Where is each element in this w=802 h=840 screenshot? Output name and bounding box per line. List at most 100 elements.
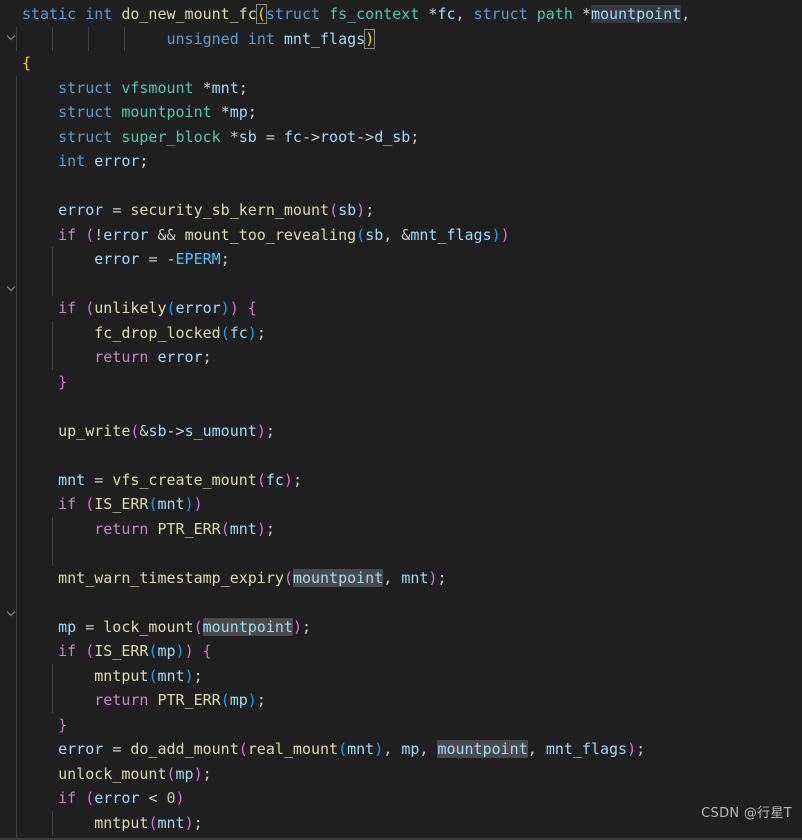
indent-guide (16, 614, 17, 639)
code-line[interactable]: struct mountpoint *mp; (0, 100, 802, 125)
token-bracket: ) (491, 225, 501, 244)
token-punct: -> (356, 127, 375, 146)
token-punct: ; (247, 103, 257, 121)
token-bracket: ) (500, 225, 510, 244)
code-line[interactable] (0, 541, 802, 566)
token-variable: mp (175, 764, 194, 783)
code-line[interactable]: return PTR_ERR(mnt); (0, 516, 802, 541)
token-punct: - (166, 250, 176, 268)
code-line[interactable]: mntput(mnt); (0, 810, 802, 835)
token-keyword: static (22, 5, 77, 23)
token-variable: error (175, 299, 221, 317)
code-line[interactable]: mnt_warn_timestamp_expiry(mountpoint, mn… (0, 565, 802, 590)
token-variable: sb (338, 201, 357, 219)
code-line[interactable]: unlock_mount(mp); (0, 761, 802, 786)
indent-guide (52, 541, 53, 566)
token-bracket: ( (220, 323, 230, 342)
token-function: mount_too_revealing (184, 225, 357, 244)
code-line[interactable]: static int do_new_mount_fc(struct fs_con… (0, 2, 802, 27)
indent-guide (16, 394, 17, 419)
token-punct: ; (265, 421, 275, 440)
code-line[interactable]: } (0, 712, 802, 737)
token-punct: = (85, 617, 95, 636)
code-line[interactable]: if (IS_ERR(mnt)) (0, 492, 802, 517)
code-content[interactable]: static int do_new_mount_fc(struct fs_con… (0, 0, 802, 838)
indent-guide (16, 516, 17, 541)
token-bracket: { (247, 299, 257, 317)
token-punct: ; (193, 666, 203, 685)
token-function: unlikely (94, 299, 167, 317)
token-punct: ; (256, 691, 266, 709)
token-bracket: ( (256, 470, 266, 489)
indent-guide (52, 663, 53, 688)
indent-guide (16, 173, 17, 198)
token-bracket: ) (229, 299, 239, 317)
token-punct: && (157, 225, 176, 244)
code-line[interactable]: error = security_sb_kern_mount(sb); (0, 198, 802, 223)
indent-guide (88, 26, 89, 51)
code-line[interactable] (0, 394, 802, 419)
code-line[interactable]: if (error < 0) (0, 786, 802, 811)
token-bracket: ( (85, 789, 95, 807)
indent-guide (16, 565, 17, 590)
code-line[interactable] (0, 271, 802, 296)
token-variable: mnt_flags (410, 225, 492, 244)
token-type: fs_context (329, 5, 420, 23)
indent-guide (52, 516, 53, 541)
token-bracket: } (58, 372, 68, 391)
code-line[interactable]: unsigned int mnt_flags) (0, 26, 802, 51)
code-line[interactable] (0, 443, 802, 468)
token-bracket: ) (256, 421, 266, 440)
code-line[interactable]: up_write(&sb->s_umount); (0, 418, 802, 443)
code-line[interactable]: mnt = vfs_create_mount(fc); (0, 467, 802, 492)
indent-guide (16, 786, 17, 811)
token-function: PTR_ERR (157, 519, 221, 538)
token-punct: -> (301, 127, 321, 146)
code-line[interactable]: if (unlikely(error)) { (0, 296, 802, 321)
token-punct: ; (265, 519, 275, 538)
token-function: mntput (94, 813, 149, 832)
token-variable: sb (365, 225, 384, 244)
code-line[interactable] (0, 173, 802, 198)
token-function: mnt_warn_timestamp_expiry (58, 568, 284, 587)
token-variable: fc (437, 5, 456, 23)
indent-guide (16, 75, 17, 100)
code-line[interactable]: if (!error && mount_too_revealing(sb, &m… (0, 222, 802, 247)
token-keyword: struct (265, 5, 321, 23)
code-editor[interactable]: static int do_new_mount_fc(struct fs_con… (0, 0, 802, 840)
token-variable: mp (229, 691, 248, 709)
code-line[interactable]: return PTR_ERR(mp); (0, 688, 802, 713)
code-line[interactable]: struct vfsmount *mnt; (0, 75, 802, 100)
token-variable: fc (283, 127, 302, 146)
indent-guide (16, 26, 17, 51)
code-line[interactable]: fc_drop_locked(fc); (0, 320, 802, 345)
token-punct: ; (193, 813, 203, 832)
token-control: return (94, 348, 149, 366)
code-line[interactable]: error = do_add_mount(real_mount(mnt), mp… (0, 737, 802, 762)
code-line[interactable]: mp = lock_mount(mountpoint); (0, 614, 802, 639)
token-punct: ; (410, 127, 420, 146)
token-variable: mp (157, 642, 176, 660)
code-line[interactable]: struct super_block *sb = fc->root->d_sb; (0, 124, 802, 149)
code-line[interactable]: } (0, 369, 802, 394)
code-line[interactable]: { (0, 51, 802, 76)
token-bracket: ) (184, 666, 194, 685)
token-bracket: ) (184, 813, 194, 832)
code-line[interactable]: int error; (0, 149, 802, 174)
token-function: mntput (94, 666, 149, 685)
token-keyword: int (58, 152, 86, 170)
code-line[interactable] (0, 590, 802, 615)
token-punct: * (581, 5, 591, 23)
code-line[interactable]: if (IS_ERR(mp)) { (0, 639, 802, 664)
token-variable: error (94, 789, 140, 807)
token-punct: ! (94, 225, 104, 244)
token-control: if (58, 495, 77, 513)
token-bracket: ) (627, 740, 637, 758)
token-variable: mnt (211, 78, 239, 97)
code-line[interactable]: return error; (0, 835, 802, 838)
token-variable: mp (401, 740, 420, 758)
code-line[interactable]: error = -EPERM; (0, 247, 802, 272)
code-line[interactable]: return error; (0, 345, 802, 370)
code-line[interactable]: mntput(mnt); (0, 663, 802, 688)
token-punct: & (401, 225, 411, 244)
